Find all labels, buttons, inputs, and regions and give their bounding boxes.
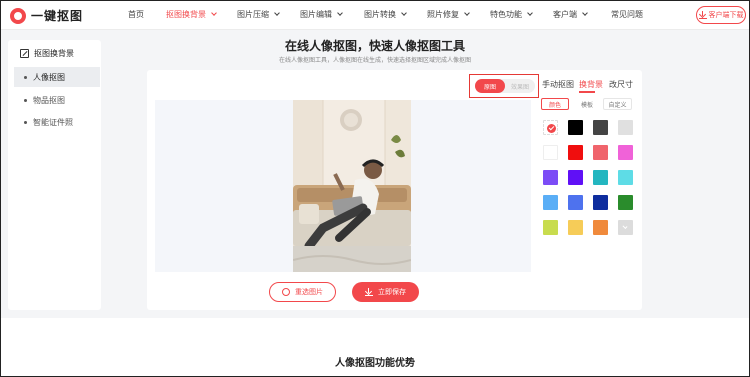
chevron-down-icon [527,10,533,16]
chevron-down-icon [274,10,280,16]
download-icon [365,288,373,296]
subtab-color[interactable]: 颜色 [541,98,569,110]
logo-text: 一键抠图 [31,9,84,23]
tab-resize[interactable]: 改尺寸 [609,79,633,90]
swatch-transparent[interactable] [543,120,558,135]
nav-features[interactable]: 特色功能 [490,9,533,20]
color-swatch[interactable] [568,195,583,210]
toggle-original[interactable]: 原图 [475,79,505,93]
swatch-more[interactable] [618,220,633,235]
chevron-down-icon [582,10,588,16]
color-swatch[interactable] [618,145,633,160]
sidebar: 抠图换背景 人像抠图 物品抠图 智能证件照 [8,40,101,310]
chevron-down-icon [337,10,343,16]
nav-home[interactable]: 首页 [128,9,144,20]
site-logo[interactable]: 一键抠图 [10,7,83,24]
tab-manual-cutout[interactable]: 手动抠图 [542,79,574,90]
nav-convert-label: 图片转换 [364,10,396,19]
nav-compress-label: 图片压缩 [237,10,269,19]
active-tab-indicator [579,91,595,93]
page-subtitle: 在线人像抠图工具，人像抠图在线生成，快速选择抠图区域完成人像抠图 [278,58,471,64]
features-title: 人像抠图功能优势 [335,358,415,369]
preview-toggle-highlight: 原图 效果图 [469,74,539,98]
top-navigation: 一键抠图 首页 抠图换背景 图片压缩 图片编辑 图片转换 照片修复 特色功能 客… [0,0,750,30]
nav-client[interactable]: 客户端 [553,9,588,20]
features-section: 人像抠图功能优势 [0,318,750,377]
color-swatch[interactable] [618,120,633,135]
color-swatch[interactable] [543,220,558,235]
nav-convert[interactable]: 图片转换 [364,9,407,20]
sidebar-item-label: 人像抠图 [33,72,65,82]
color-swatch[interactable] [618,195,633,210]
color-swatch[interactable] [593,170,608,185]
nav-cutout-bg[interactable]: 抠图换背景 [166,9,217,20]
color-swatch[interactable] [568,220,583,235]
client-download-label: 客户端下载 [708,12,744,19]
bullet-icon [24,120,27,124]
save-now-button[interactable]: 立即保存 [352,282,419,302]
nav-home-label: 首页 [128,10,144,19]
color-swatch[interactable] [618,170,633,185]
color-swatch[interactable] [593,145,608,160]
bullet-icon [24,98,27,102]
nav-cutout-bg-label: 抠图换背景 [166,10,206,19]
chevron-down-icon [464,10,470,16]
sidebar-item-id-photo[interactable]: 智能证件照 [14,112,100,132]
subtab-template[interactable]: 模板 [573,98,601,110]
preview-toggle[interactable]: 原图 效果图 [475,79,535,93]
sidebar-item-label: 智能证件照 [33,117,73,127]
color-swatch[interactable] [593,220,608,235]
nav-faq-label: 常见问题 [611,10,643,19]
nav-faq[interactable]: 常见问题 [611,9,643,20]
save-now-label: 立即保存 [378,289,406,296]
page-title: 在线人像抠图，快速人像抠图工具 [284,39,465,53]
nav-features-label: 特色功能 [490,10,522,19]
sidebar-item-portrait[interactable]: 人像抠图 [14,67,100,87]
logo-icon [10,7,26,24]
nav-edit[interactable]: 图片编辑 [300,9,343,20]
reselect-label: 重选图片 [295,289,323,296]
color-swatch[interactable] [543,195,558,210]
reselect-icon [282,288,290,296]
nav-client-label: 客户端 [553,10,577,19]
tab-change-background[interactable]: 换背景 [579,79,603,90]
sidebar-item-object[interactable]: 物品抠图 [14,90,100,110]
client-download-button[interactable]: 客户端下载 [696,6,746,24]
nav-edit-label: 图片编辑 [300,10,332,19]
color-swatch[interactable] [593,195,608,210]
download-icon [698,11,707,19]
reselect-image-button[interactable]: 重选图片 [269,282,336,302]
color-swatch[interactable] [568,120,583,135]
chevron-down-icon [211,10,217,16]
image-canvas [155,100,531,272]
color-swatch[interactable] [543,170,558,185]
color-swatch[interactable] [568,145,583,160]
nav-repair[interactable]: 照片修复 [427,9,470,20]
color-swatch[interactable] [543,145,558,160]
portrait-photo [293,100,411,272]
editor-panel: 原图 效果图 手动抠图 换背景 改尺寸 颜色 模板 自定义 重选图片 立即保存 [147,70,642,310]
nav-repair-label: 照片修复 [427,10,459,19]
nav-compress[interactable]: 图片压缩 [237,9,280,20]
bullet-icon [24,75,27,79]
toggle-result[interactable]: 效果图 [505,79,535,93]
subtab-custom[interactable]: 自定义 [603,98,632,110]
chevron-down-icon [401,10,407,16]
color-swatch[interactable] [593,120,608,135]
sidebar-item-label: 物品抠图 [33,95,65,105]
selected-check-icon [547,124,556,133]
color-swatch[interactable] [568,170,583,185]
